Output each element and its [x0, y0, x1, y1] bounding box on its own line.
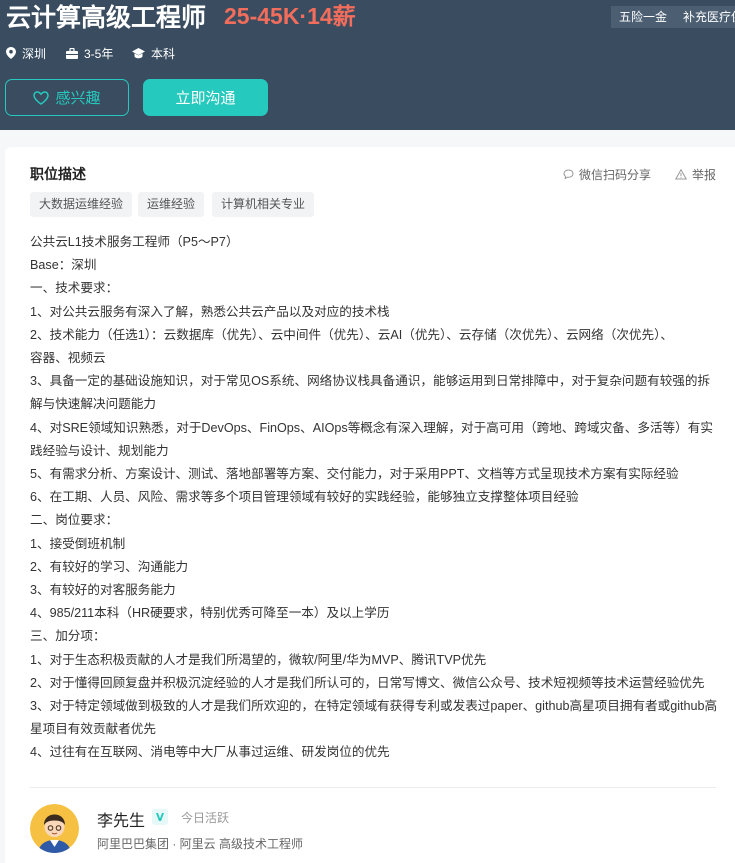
description-line: 三、加分项：: [30, 629, 106, 644]
description-line: 星项目有效贡献者优先: [30, 722, 156, 737]
description-line: 公共云L1技术服务工程师（P5～P7）: [30, 235, 239, 249]
report-button[interactable]: 举报: [675, 166, 716, 183]
chat-bubble-icon: [563, 169, 574, 180]
salary: 25-45K·14薪: [224, 3, 356, 29]
share-label: 微信扫码分享: [579, 168, 652, 182]
benefit-tag: 补充医疗保: [675, 6, 735, 28]
description-line: 4、985/211本科（HR硬要求，特别优秀可降至一本）及以上学历: [30, 606, 390, 621]
description-line: 一、技术要求：: [30, 281, 119, 296]
description-line: 3、具备一定的基础设施知识，对于常见OS系统、网络协议栈具备通识，能够运用到日常…: [30, 374, 711, 389]
location-pin-icon: [6, 47, 16, 59]
active-status: 今日活跃: [181, 811, 230, 825]
description-line: 6、在工期、人员、风险、需求等多个项目管理领域有较好的实践经验，能够独立支撑整体…: [30, 490, 579, 505]
description-line: Base：深圳: [30, 258, 97, 273]
report-label: 举报: [692, 168, 717, 182]
experience-meta: 3-5年: [66, 44, 113, 62]
graduation-cap-icon: [132, 47, 145, 58]
description-line: 4、对SRE领域知识熟悉，对于DevOps、FinOps、AIOps等概念有深入…: [30, 420, 713, 435]
description-line: 1、对公共云服务有深入了解，熟悉公共云产品以及对应的技术栈: [30, 304, 390, 319]
skill-tag[interactable]: 计算机相关专业: [212, 192, 315, 217]
heart-icon: [33, 90, 50, 105]
job-header: 云计算高级工程师 25-45K·14薪 五险一金 补充医疗保 深圳 3-5年 本…: [0, 0, 735, 130]
experience-text: 3-5年: [84, 46, 114, 61]
location-meta: 深圳: [6, 44, 46, 62]
description-line: 践经验与设计、规划能力: [30, 443, 169, 458]
interest-button[interactable]: 感兴趣: [5, 79, 129, 116]
location-text: 深圳: [22, 46, 47, 61]
recruiter-name: 李先生: [97, 813, 146, 830]
section-title: 职位描述: [30, 166, 86, 182]
chat-now-button[interactable]: 立即沟通: [143, 79, 268, 116]
description-line: 2、有较好的学习、沟通能力: [30, 559, 189, 574]
wechat-share-button[interactable]: 微信扫码分享: [563, 166, 651, 183]
description-line: 3、有较好的对客服务能力: [30, 583, 176, 598]
description-line: 2、对于懂得回顾复盘并积极沉淀经验的人才是我们所认可的，日常写博文、微信公众号、…: [30, 675, 705, 690]
degree-text: 本科: [151, 46, 176, 61]
benefit-tag: 五险一金: [611, 6, 676, 28]
divider: [30, 787, 716, 788]
job-description-text: 公共云L1技术服务工程师（P5～P7） Base：深圳一、技术要求： 1、对公共云服…: [30, 231, 720, 765]
job-description-card: 职位描述 微信扫码分享 举报 大数据运维经验 运维经验 计算机相关专业 公共云L…: [5, 147, 735, 863]
job-title: 云计算高级工程师: [6, 4, 207, 32]
warning-icon: [675, 169, 687, 180]
chat-now-button-label: 立即沟通: [175, 90, 236, 107]
description-line: 解与快速解决问题能力: [30, 397, 156, 412]
recruiter-avatar[interactable]: [30, 804, 79, 853]
description-line: 容器、视频云: [30, 351, 106, 366]
description-line: 二、岗位要求：: [30, 513, 119, 528]
skill-tag[interactable]: 运维经验: [138, 192, 205, 217]
description-line: 2、技术能力（任选1）：云数据库（优先）、云中间件（优先）、云AI（优先）、云存…: [30, 327, 673, 342]
degree-meta: 本科: [132, 44, 175, 62]
description-line: 5、有需求分析、方案设计、测试、落地部署等方案、交付能力，对于采用PPT、文档等…: [30, 467, 679, 482]
verified-icon: [152, 809, 168, 830]
description-line: 1、对于生态积极贡献的人才是我们所渴望的，微软/阿里/华为MVP、腾讯TVP优先: [30, 652, 487, 667]
description-line: 4、过往有在互联网、消电等中大厂从事过运维、研发岗位的优先: [30, 745, 390, 760]
briefcase-icon: [66, 47, 78, 59]
skill-tag[interactable]: 大数据运维经验: [30, 192, 133, 217]
description-line: 1、接受倒班机制: [30, 536, 126, 551]
recruiter-company: 阿里巴巴集团 · 阿里云 高级技术工程师: [97, 837, 303, 851]
interest-button-label: 感兴趣: [55, 90, 101, 107]
description-line: 3、对于特定领域做到极致的人才是我们所欢迎的，在特定领域有获得专利或发表过pap…: [30, 699, 718, 714]
avatar-image: [30, 804, 79, 853]
